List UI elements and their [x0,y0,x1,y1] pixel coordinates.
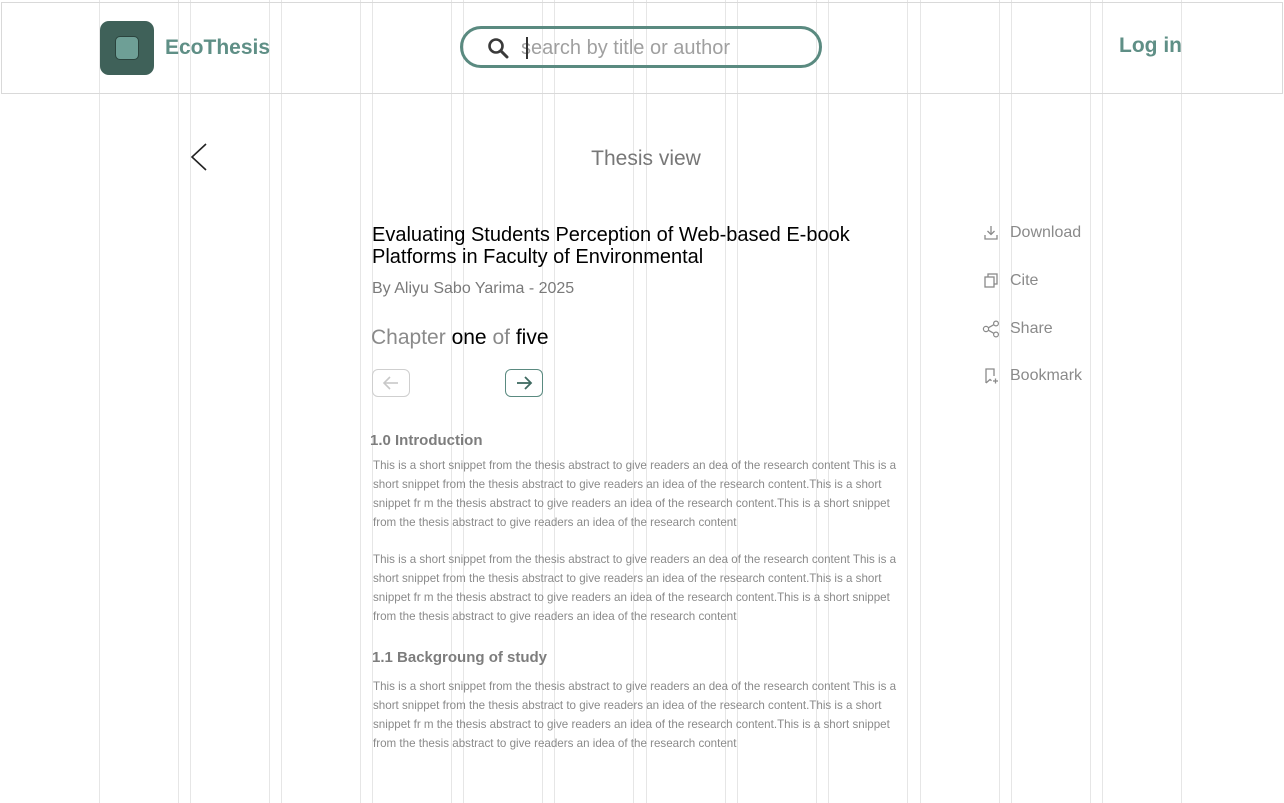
section-heading: 1.1 Backgroung of study [372,649,548,666]
grid-column [281,0,361,803]
share-button[interactable]: Share [982,318,1062,342]
next-chapter-button[interactable] [505,369,543,397]
share-icon [982,320,1000,338]
chapter-indicator: Chapter one of five [371,326,549,350]
login-button[interactable]: Log in [1119,34,1182,58]
download-label: Download [1010,224,1082,241]
share-label: Share [1010,320,1053,337]
bookmark-icon [985,368,998,384]
cite-label: Cite [1010,272,1039,289]
chapter-prefix: Chapter [371,326,446,349]
search-icon [488,38,509,59]
arrow-right-icon [517,376,533,390]
grid-column [1102,0,1182,803]
grid-column [190,0,270,803]
arrow-left-icon [382,376,398,390]
logo-mark [115,36,139,60]
grid-column [920,0,1000,803]
section-paragraph: This is a short snippet from the thesis … [373,459,897,529]
logo[interactable] [100,21,154,75]
section-paragraph: This is a short snippet from the thesis … [373,680,897,750]
section-paragraph: This is a short snippet from the thesis … [373,553,897,623]
bookmark-button[interactable]: Bookmark [982,365,1092,389]
download-button[interactable]: Download [982,222,1092,246]
cite-button[interactable]: Cite [982,270,1052,294]
thesis-title: Evaluating Students Perception of Web-ba… [372,224,850,268]
thesis-byline: By Aliyu Sabo Yarima - 2025 [372,280,575,297]
copy-icon [984,273,998,288]
chapter-connector: of [492,326,510,349]
search-input[interactable] [521,35,801,61]
previous-chapter-button[interactable] [372,369,410,397]
bookmark-label: Bookmark [1010,367,1083,384]
chapter-total: five [515,326,549,349]
grid-column [1011,0,1091,803]
search-bar[interactable] [460,26,822,68]
text-caret [526,37,528,59]
chapter-current: one [451,326,487,349]
download-icon [984,226,998,240]
brand-name[interactable]: EcoThesis [165,36,270,60]
grid-column [99,0,179,803]
page-title: Thesis view [591,147,701,170]
section-heading: 1.0 Introduction [370,432,483,449]
